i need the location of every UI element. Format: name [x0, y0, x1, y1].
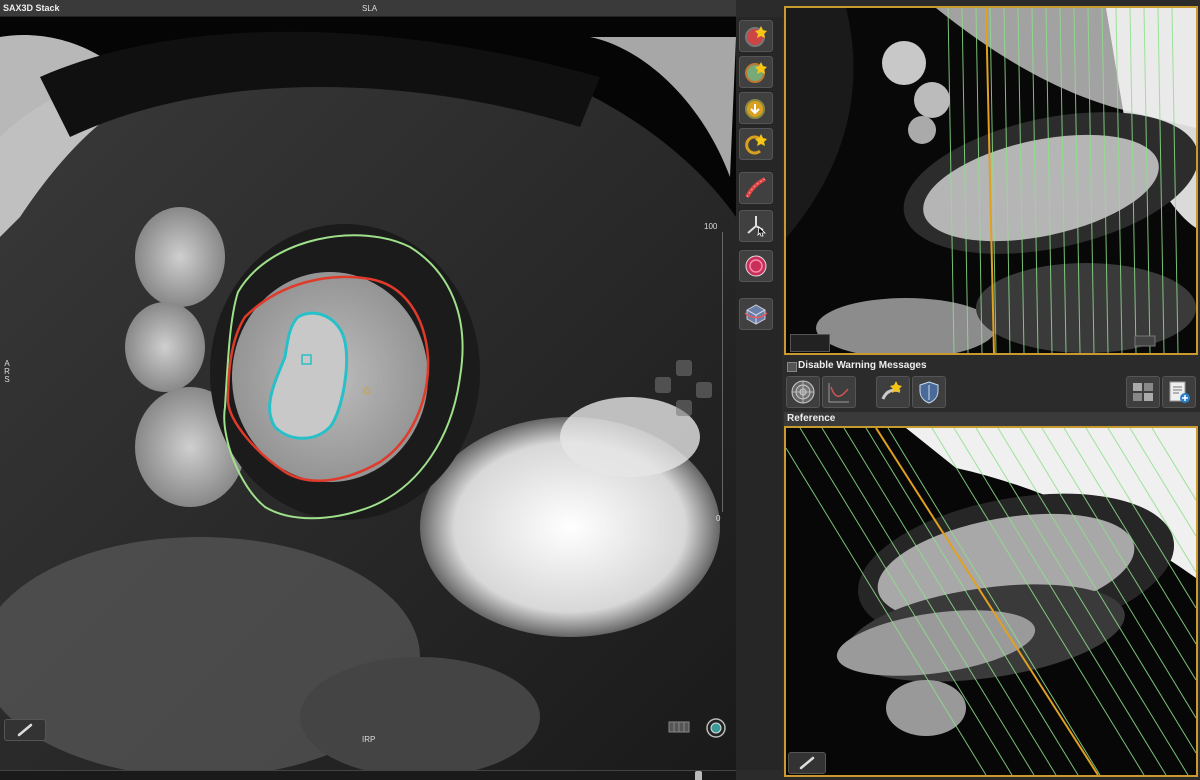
- short-axis-mri-image: [0, 17, 736, 770]
- view-mode-button[interactable]: [706, 718, 726, 738]
- 3d-view-tool[interactable]: [739, 298, 773, 330]
- long-axis-viewport[interactable]: [784, 6, 1198, 355]
- bullseye-icon: [791, 380, 815, 404]
- reference-viewport[interactable]: [784, 426, 1198, 777]
- shield-icon: [919, 381, 939, 404]
- auto-propagate-button[interactable]: [876, 376, 910, 408]
- orientation-label-top: SLA: [362, 4, 378, 13]
- auto-contour-icon: [745, 99, 765, 119]
- roi-circle-tool[interactable]: [739, 250, 773, 282]
- main-image-viewport[interactable]: [0, 17, 736, 770]
- report-add-icon: [1169, 381, 1190, 403]
- pencil-icon: [799, 756, 815, 770]
- propagate-icon: [881, 381, 902, 400]
- pencil-icon: [17, 723, 33, 737]
- report-add-button[interactable]: [1162, 376, 1196, 408]
- orientation-label-left: ARS: [4, 359, 10, 384]
- contour-toolbar: [736, 17, 782, 770]
- layout-button[interactable]: [1126, 376, 1160, 408]
- target-circle-icon: [706, 718, 726, 738]
- shield-button[interactable]: [912, 376, 946, 408]
- cine-film-button[interactable]: [668, 720, 690, 734]
- copy-contour-icon: [745, 134, 767, 155]
- copy-contour-tool[interactable]: [739, 128, 773, 160]
- scale-min-label: 0: [716, 514, 721, 523]
- scale-max-label: 100: [704, 222, 718, 231]
- orientation-label-bottom: IRP: [362, 735, 376, 744]
- thumbnail-button[interactable]: [790, 334, 830, 352]
- analysis-toolbar: [784, 374, 1200, 412]
- layout-grid-icon: [1133, 383, 1153, 401]
- pointer-icon: [747, 216, 766, 237]
- auto-contour-tool[interactable]: [739, 92, 773, 124]
- disable-warning-label: Disable Warning Messages: [798, 360, 927, 371]
- endocardium-contour-tool[interactable]: [739, 20, 773, 52]
- heart-contour-red-icon: [745, 26, 767, 47]
- pointer-tool[interactable]: [739, 210, 773, 242]
- roi-circle-icon: [745, 255, 767, 277]
- curve-chart-button[interactable]: [822, 376, 856, 408]
- four-chamber-mri-image: [786, 428, 1196, 775]
- bullseye-button[interactable]: [786, 376, 820, 408]
- film-icon: [1134, 335, 1156, 347]
- cube-view-icon: [744, 304, 768, 325]
- epicardium-contour-tool[interactable]: [739, 56, 773, 88]
- disable-warning-checkbox[interactable]: [787, 362, 797, 372]
- curve-chart-icon: [828, 383, 849, 403]
- intensity-scale-bar: [722, 232, 723, 512]
- heart-contour-green-icon: [745, 62, 767, 83]
- reference-title: Reference: [784, 412, 1200, 426]
- spline-tool[interactable]: [739, 172, 773, 204]
- two-chamber-mri-image: [786, 8, 1196, 353]
- annotate-pencil-button[interactable]: [4, 719, 46, 741]
- reference-pencil-button[interactable]: [788, 752, 826, 774]
- top-viewport-film-button[interactable]: [1134, 334, 1156, 348]
- spline-pen-icon: [745, 177, 766, 198]
- film-icon: [668, 721, 690, 733]
